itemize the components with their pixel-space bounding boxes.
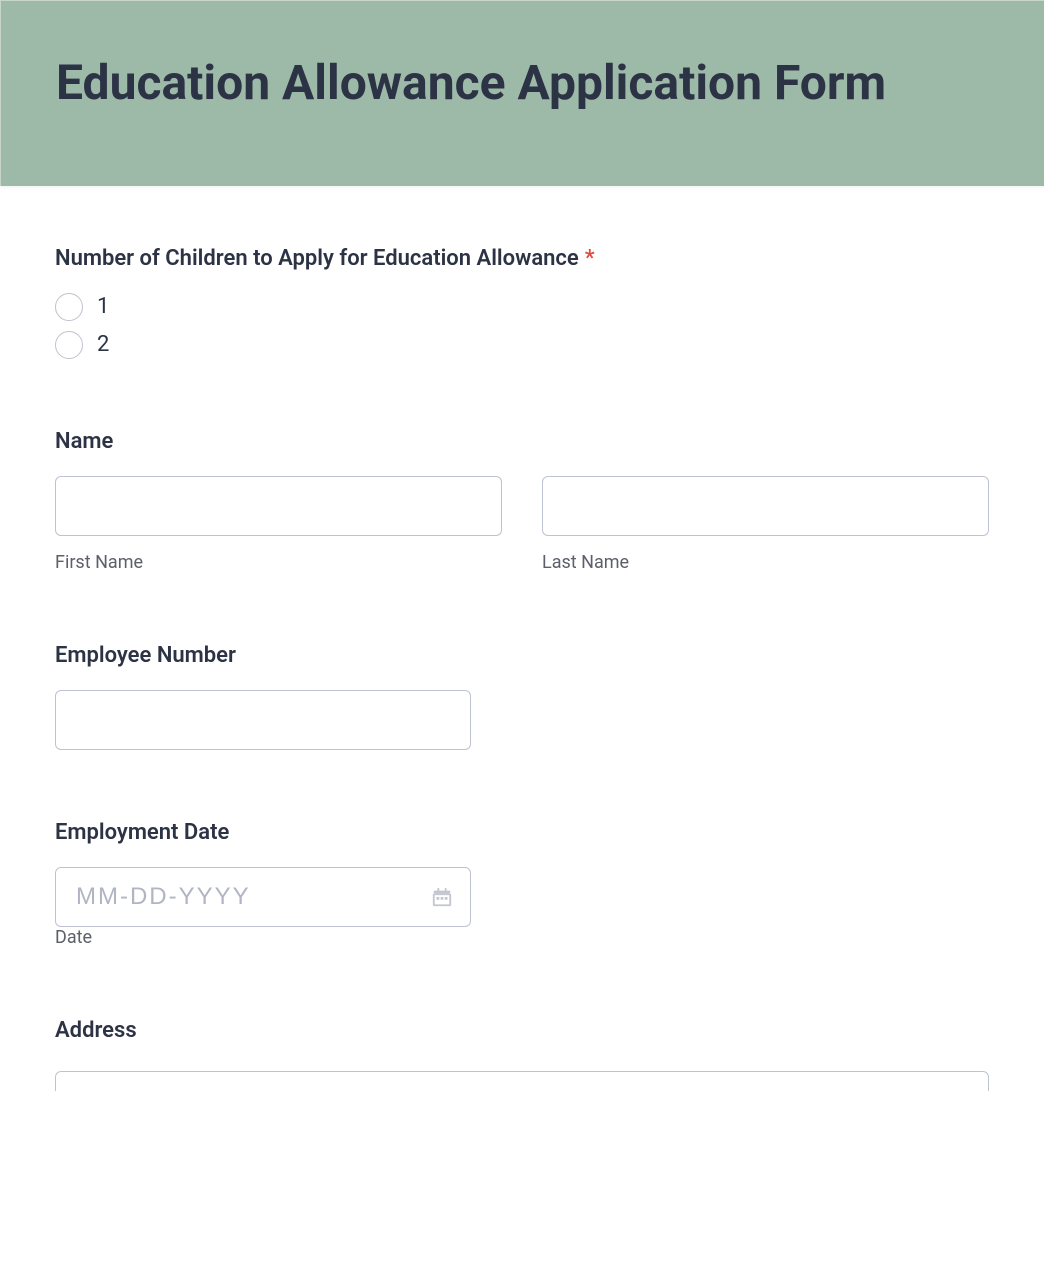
date-input-wrap: [55, 867, 471, 927]
required-marker: *: [585, 246, 595, 271]
radio-input-1[interactable]: [55, 293, 83, 321]
radio-label-1: 1: [97, 294, 109, 319]
children-radio-list: 1 2: [55, 293, 989, 359]
last-name-input[interactable]: [542, 476, 989, 536]
children-label: Number of Children to Apply for Educatio…: [55, 246, 989, 271]
name-row: First Name Last Name: [55, 476, 989, 573]
name-field: Name First Name Last Name: [55, 429, 989, 573]
address-input[interactable]: [55, 1071, 989, 1091]
employment-date-label: Employment Date: [55, 820, 989, 845]
employment-date-sublabel: Date: [55, 927, 92, 948]
last-name-sublabel: Last Name: [542, 552, 989, 573]
last-name-col: Last Name: [542, 476, 989, 573]
employment-date-input[interactable]: [55, 867, 471, 927]
children-field: Number of Children to Apply for Educatio…: [55, 246, 989, 359]
address-label: Address: [55, 1018, 989, 1043]
employee-number-label: Employee Number: [55, 643, 989, 668]
name-label: Name: [55, 429, 989, 454]
employee-number-input[interactable]: [55, 690, 471, 750]
first-name-col: First Name: [55, 476, 502, 573]
children-label-text: Number of Children to Apply for Educatio…: [55, 246, 579, 271]
form-body: Number of Children to Apply for Educatio…: [0, 186, 1044, 1091]
first-name-input[interactable]: [55, 476, 502, 536]
address-field: Address: [55, 1018, 989, 1091]
employment-date-field: Employment Date Date: [55, 820, 989, 948]
radio-input-2[interactable]: [55, 331, 83, 359]
children-option-2[interactable]: 2: [55, 331, 989, 359]
children-option-1[interactable]: 1: [55, 293, 989, 321]
form-wrapper: Education Allowance Application Form Num…: [0, 0, 1044, 1091]
page-title: Education Allowance Application Form: [56, 51, 989, 116]
radio-label-2: 2: [97, 332, 109, 357]
address-input-wrap: [55, 1071, 989, 1091]
first-name-sublabel: First Name: [55, 552, 502, 573]
employee-number-field: Employee Number: [55, 643, 989, 750]
form-header: Education Allowance Application Form: [0, 0, 1044, 186]
